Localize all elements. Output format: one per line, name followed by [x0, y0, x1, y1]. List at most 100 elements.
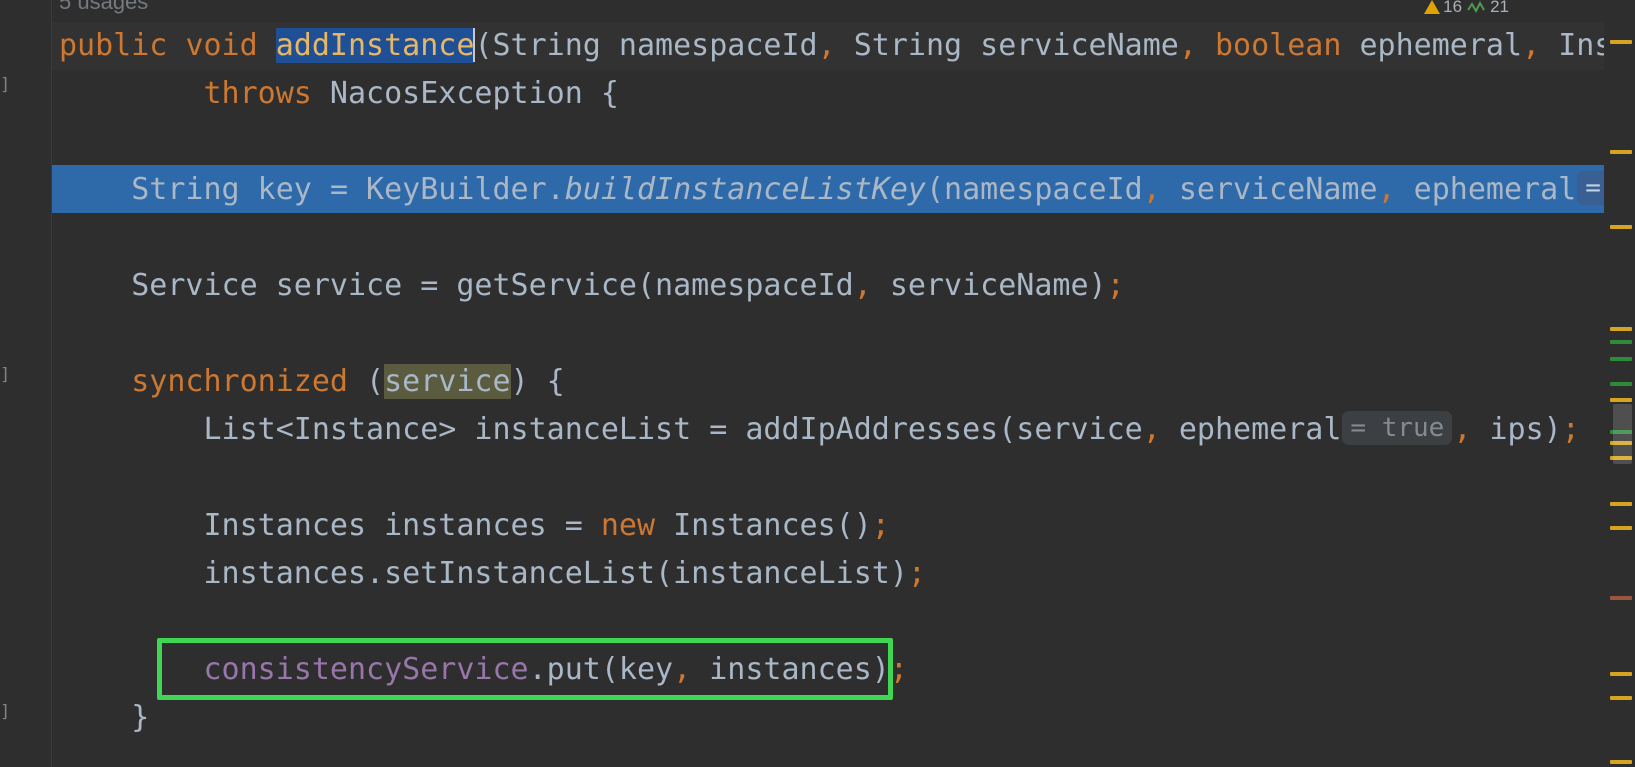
code-token: String [492, 28, 601, 63]
error-stripe-warn[interactable] [1610, 327, 1632, 331]
error-stripe-info[interactable] [1610, 357, 1632, 361]
code-token: KeyBuilder. [348, 172, 565, 207]
code-token: synchronized [131, 364, 348, 399]
code-token: instances.setInstanceList(instanceList) [203, 556, 908, 591]
code-token: , [1142, 172, 1161, 207]
code-editor[interactable]: ] ] ] 5 usages public void addInstance(S… [0, 0, 1635, 767]
code-token: Instances() [655, 508, 872, 543]
code-vision-usages-row[interactable]: 5 usages [0, 0, 1635, 13]
code-line-text: Service service = getService(namespaceId… [0, 262, 1124, 310]
code-token: , [853, 268, 872, 303]
code-line-text: public void addInstance(String namespace… [0, 22, 1630, 70]
warning-count: 16 [1443, 0, 1463, 16]
error-stripe-info[interactable] [1610, 340, 1632, 344]
code-token: service [384, 364, 511, 399]
code-token: buildInstanceListKey [564, 172, 926, 207]
line-synchronized[interactable]: synchronized (service) { [0, 358, 1635, 406]
inlay-parameter-hint[interactable]: = true [1342, 411, 1453, 445]
line-blank-1[interactable] [0, 118, 1635, 166]
code-token: addIpAddresses(service [727, 412, 1143, 447]
code-line-text: List<Instance> instanceList = addIpAddre… [0, 406, 1580, 454]
code-token: ; [871, 508, 890, 543]
code-token: new [600, 508, 656, 543]
code-token: ; [907, 556, 926, 591]
line-blank-2[interactable] [0, 214, 1635, 262]
line-addipaddresses[interactable]: List<Instance> instanceList = addIpAddre… [0, 406, 1635, 454]
code-token: serviceName [962, 28, 1179, 63]
fold-marker[interactable]: ] [0, 367, 14, 384]
code-token: (namespaceId [925, 172, 1143, 207]
error-stripe-warn[interactable] [1610, 696, 1632, 700]
error-stripe-warn[interactable] [1610, 150, 1632, 154]
code-token: consistencyService [203, 652, 529, 687]
error-stripe-warn[interactable] [1610, 672, 1632, 676]
error-stripe-warn[interactable] [1610, 502, 1632, 506]
line-getservice[interactable]: Service service = getService(namespaceId… [0, 262, 1635, 310]
line-setinstancelist[interactable]: instances.setInstanceList(instanceList); [0, 550, 1635, 598]
code-token: Instances instances [203, 508, 565, 543]
error-stripe-info[interactable] [1610, 382, 1632, 386]
code-token: namespaceId [600, 28, 818, 63]
squiggle-icon [1467, 0, 1485, 13]
vertical-scrollbar-thumb[interactable] [1613, 404, 1632, 464]
code-token: , [1522, 28, 1541, 63]
code-token: = [564, 508, 583, 543]
warning-indicator[interactable]: 16 [1424, 0, 1462, 17]
code-token: , [817, 28, 836, 63]
error-stripe-panel[interactable] [1605, 0, 1635, 767]
code-line-text: consistencyService.put(key, instances); [0, 646, 908, 694]
code-token: String [853, 28, 963, 63]
code-line-text: instances.setInstanceList(instanceList); [0, 550, 926, 598]
code-token: ephemeral [1160, 412, 1342, 447]
line-new-instances[interactable]: Instances instances = new Instances(); [0, 502, 1635, 550]
line-throws[interactable]: throws NacosException { [0, 70, 1635, 118]
usages-label[interactable]: 5 usages [59, 0, 148, 14]
error-stripe-warn[interactable] [1610, 40, 1632, 44]
code-token: NacosException { [311, 76, 619, 111]
line-keybuilder[interactable]: String key = KeyBuilder.buildInstanceLis… [0, 166, 1635, 214]
line-blank-3[interactable] [0, 310, 1635, 358]
error-stripe-warn[interactable] [1610, 526, 1632, 530]
code-token: , [673, 652, 692, 687]
error-stripe-warn[interactable] [1610, 760, 1632, 764]
code-token: ; [1561, 412, 1580, 447]
line-consistencyservice[interactable]: consistencyService.put(key, instances); [0, 646, 1635, 694]
code-token: serviceName) [871, 268, 1107, 303]
warning-triangle-icon [1424, 0, 1441, 14]
code-token: ( [348, 364, 385, 399]
error-stripe-warn[interactable] [1610, 225, 1632, 229]
line-close-brace[interactable]: } [0, 694, 1635, 742]
code-token: ephemeral [1395, 172, 1577, 207]
code-token: , [1178, 28, 1197, 63]
code-token: .put(key [528, 652, 674, 687]
error-stripe-error[interactable] [1610, 596, 1632, 600]
line-blank-4[interactable] [0, 454, 1635, 502]
inspection-widget[interactable]: 16 21 [1424, 0, 1509, 18]
fold-marker[interactable]: ] [0, 704, 14, 721]
code-line-text: String key = KeyBuilder.buildInstanceLis… [0, 166, 1635, 214]
code-token: ( [474, 28, 493, 63]
code-token: , [1142, 412, 1161, 447]
error-stripe-warn[interactable] [1610, 398, 1632, 402]
line-blank-5[interactable] [0, 598, 1635, 646]
code-token: addInstance [275, 28, 475, 63]
code-token: = [709, 412, 728, 447]
code-content[interactable]: public void addInstance(String namespace… [0, 0, 1635, 767]
editor-gutter[interactable]: ] ] ] [0, 0, 52, 767]
code-token: = [329, 172, 348, 207]
fold-marker[interactable]: ] [0, 77, 14, 94]
line-signature[interactable]: public void addInstance(String namespace… [0, 22, 1635, 70]
code-token: throws [203, 76, 312, 111]
code-token: ips) [1471, 412, 1562, 447]
code-token: getService(namespaceId [438, 268, 854, 303]
code-token: ) { [510, 364, 565, 399]
inspection-indicator[interactable]: 21 [1467, 0, 1509, 17]
